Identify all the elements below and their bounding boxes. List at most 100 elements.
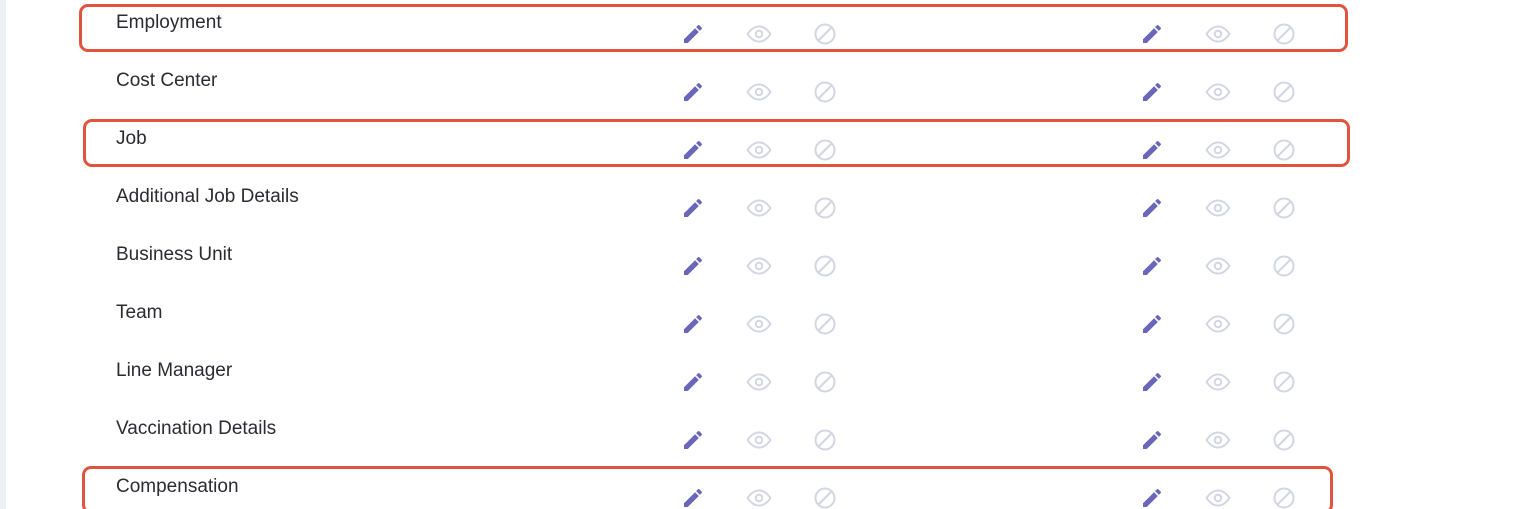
view-permission-button[interactable] [1204, 484, 1232, 509]
eye-icon [1205, 253, 1231, 279]
no-access-button[interactable] [1270, 484, 1298, 509]
edit-permission-button[interactable] [1138, 484, 1166, 509]
no-access-button[interactable] [811, 484, 839, 509]
pencil-icon [1140, 428, 1164, 452]
no-access-button[interactable] [811, 194, 839, 222]
eye-icon [746, 253, 772, 279]
no-access-icon [813, 22, 837, 46]
view-permission-button[interactable] [745, 368, 773, 396]
pencil-icon [1140, 196, 1164, 220]
no-access-icon [813, 486, 837, 509]
view-permission-button[interactable] [1204, 368, 1232, 396]
no-access-icon [1272, 254, 1296, 278]
no-access-button[interactable] [1270, 78, 1298, 106]
edit-permission-button[interactable] [679, 20, 707, 48]
no-access-icon [813, 80, 837, 104]
row-label: Cost Center [116, 70, 218, 91]
permission-row-job: Job [0, 116, 1513, 174]
pencil-icon [681, 22, 705, 46]
edit-permission-button[interactable] [1138, 194, 1166, 222]
edit-permission-button[interactable] [1138, 310, 1166, 338]
edit-permission-button[interactable] [1138, 252, 1166, 280]
edit-permission-button[interactable] [679, 136, 707, 164]
eye-icon [1205, 485, 1231, 509]
no-access-icon [813, 370, 837, 394]
view-permission-button[interactable] [745, 20, 773, 48]
no-access-button[interactable] [811, 252, 839, 280]
eye-icon [746, 369, 772, 395]
view-permission-button[interactable] [1204, 20, 1232, 48]
edit-permission-button[interactable] [679, 426, 707, 454]
edit-permission-button[interactable] [1138, 426, 1166, 454]
row-label: Compensation [116, 476, 239, 497]
view-permission-button[interactable] [1204, 252, 1232, 280]
edit-permission-button[interactable] [679, 310, 707, 338]
permission-row-vaccination-details: Vaccination Details [0, 406, 1513, 464]
pencil-icon [1140, 80, 1164, 104]
view-permission-button[interactable] [745, 252, 773, 280]
no-access-icon [1272, 196, 1296, 220]
eye-icon [746, 21, 772, 47]
row-label: Employment [116, 12, 222, 33]
eye-icon [1205, 21, 1231, 47]
no-access-button[interactable] [811, 20, 839, 48]
view-permission-button[interactable] [745, 194, 773, 222]
edit-permission-button[interactable] [1138, 20, 1166, 48]
no-access-icon [1272, 428, 1296, 452]
no-access-button[interactable] [1270, 310, 1298, 338]
no-access-button[interactable] [1270, 426, 1298, 454]
pencil-icon [1140, 22, 1164, 46]
row-label: Business Unit [116, 244, 233, 265]
eye-icon [746, 427, 772, 453]
view-permission-button[interactable] [1204, 136, 1232, 164]
pencil-icon [681, 486, 705, 509]
pencil-icon [681, 80, 705, 104]
eye-icon [1205, 369, 1231, 395]
row-label: Job [116, 128, 147, 149]
eye-icon [746, 195, 772, 221]
permission-row-team: Team [0, 290, 1513, 348]
edit-permission-button[interactable] [679, 252, 707, 280]
row-label: Vaccination Details [116, 418, 277, 439]
no-access-button[interactable] [1270, 136, 1298, 164]
view-permission-button[interactable] [1204, 426, 1232, 454]
permission-row-additional-job-details: Additional Job Details [0, 174, 1513, 232]
no-access-button[interactable] [1270, 20, 1298, 48]
no-access-button[interactable] [1270, 252, 1298, 280]
no-access-button[interactable] [811, 310, 839, 338]
edit-permission-button[interactable] [1138, 368, 1166, 396]
view-permission-button[interactable] [1204, 194, 1232, 222]
pencil-icon [681, 312, 705, 336]
view-permission-button[interactable] [745, 136, 773, 164]
eye-icon [1205, 311, 1231, 337]
view-permission-button[interactable] [745, 310, 773, 338]
pencil-icon [681, 138, 705, 162]
no-access-button[interactable] [811, 426, 839, 454]
no-access-icon [1272, 370, 1296, 394]
pencil-icon [681, 428, 705, 452]
view-permission-button[interactable] [745, 78, 773, 106]
no-access-button[interactable] [811, 78, 839, 106]
no-access-button[interactable] [811, 368, 839, 396]
edit-permission-button[interactable] [1138, 136, 1166, 164]
view-permission-button[interactable] [745, 426, 773, 454]
eye-icon [1205, 195, 1231, 221]
permission-row-business-unit: Business Unit [0, 232, 1513, 290]
permission-row-employment: Employment [0, 0, 1513, 58]
edit-permission-button[interactable] [679, 368, 707, 396]
row-label: Team [116, 302, 163, 323]
view-permission-button[interactable] [745, 484, 773, 509]
view-permission-button[interactable] [1204, 78, 1232, 106]
no-access-button[interactable] [1270, 368, 1298, 396]
no-access-button[interactable] [811, 136, 839, 164]
edit-permission-button[interactable] [679, 78, 707, 106]
permission-row-line-manager: Line Manager [0, 348, 1513, 406]
pencil-icon [1140, 370, 1164, 394]
edit-permission-button[interactable] [1138, 78, 1166, 106]
no-access-button[interactable] [1270, 194, 1298, 222]
eye-icon [746, 485, 772, 509]
view-permission-button[interactable] [1204, 310, 1232, 338]
edit-permission-button[interactable] [679, 484, 707, 509]
no-access-icon [813, 428, 837, 452]
edit-permission-button[interactable] [679, 194, 707, 222]
